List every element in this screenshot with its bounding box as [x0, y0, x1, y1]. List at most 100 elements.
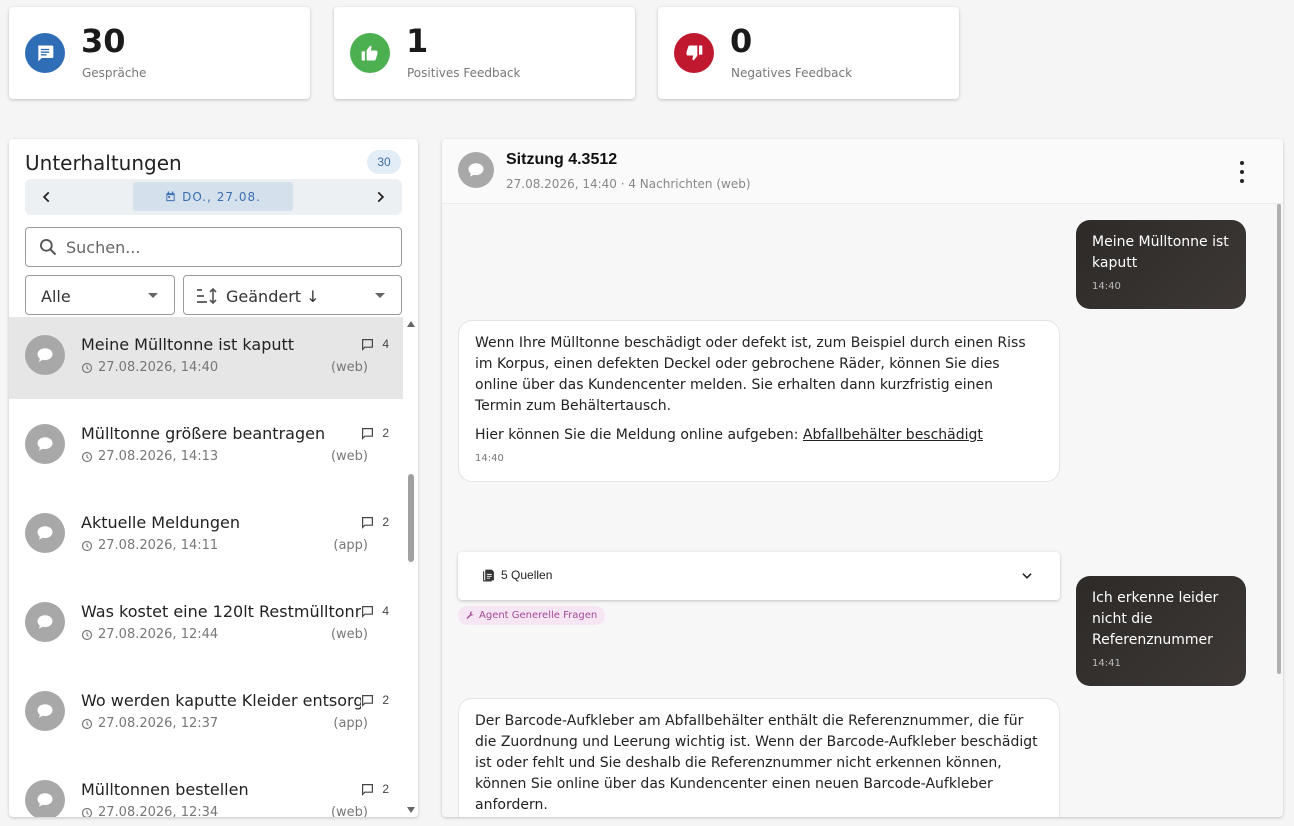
search-input[interactable] — [66, 229, 386, 265]
conversation-source: (app) — [333, 538, 368, 553]
avatar — [25, 335, 65, 375]
list-item[interactable]: Mülltonne größere beantragen 2 27.08.202… — [9, 406, 403, 488]
scrollbar-thumb[interactable] — [408, 474, 414, 562]
search-icon — [40, 239, 57, 256]
document-icon — [483, 569, 494, 582]
sources-accordion[interactable]: 5 Quellen — [458, 552, 1060, 600]
conversation-source: (web) — [330, 627, 368, 642]
conversation-title: Mülltonne größere beantragen — [81, 424, 326, 443]
list-item[interactable]: Mülltonnen bestellen 2 27.08.2026, 12:34… — [9, 762, 403, 817]
message-text: Wenn Ihre Mülltonne beschädigt oder defe… — [475, 335, 1026, 414]
session-title: Sitzung 4.3512 — [506, 151, 618, 168]
message-time: 14:41 — [1092, 658, 1121, 669]
conversation-time: 27.08.2026, 14:11 — [81, 538, 218, 553]
message-count: 2 — [361, 515, 389, 529]
speech-bubble-icon — [37, 437, 53, 451]
thumbs-up-icon — [350, 33, 390, 73]
agent-tag: Agent Generelle Fragen — [458, 606, 606, 625]
conversation-time: 27.08.2026, 14:40 — [81, 360, 218, 375]
message-text: Ich erkenne leider nicht die Referenznum… — [1092, 590, 1219, 648]
panel-title: Unterhaltungen — [25, 151, 182, 175]
scroll-up-icon[interactable] — [407, 321, 415, 327]
message-text: Meine Mülltonne ist kaputt — [1092, 234, 1229, 271]
user-message: Meine Mülltonne ist kaputt 14:40 — [1076, 220, 1246, 309]
list-scrollbar[interactable] — [406, 317, 418, 817]
speech-bubble-icon — [468, 163, 484, 177]
stat-value: 30 — [81, 22, 126, 60]
sort-value: Geändert ↓ — [226, 287, 320, 306]
clock-icon — [81, 629, 93, 640]
conversation-count-badge: 30 — [367, 150, 401, 174]
scrollbar-thumb[interactable] — [1277, 204, 1281, 674]
chat-area: Meine Mülltonne ist kaputt 14:40 Wenn Ih… — [442, 204, 1283, 817]
conversation-title: Mülltonnen bestellen — [81, 780, 249, 799]
speech-bubble-icon — [37, 793, 53, 807]
message-icon — [362, 516, 374, 529]
sort-icon — [197, 287, 217, 305]
conversation-list-panel: Unterhaltungen 30 DO., 27.08. Alle Geänd… — [9, 139, 418, 817]
list-item[interactable]: Was kostet eine 120lt Restmülltonne 4 27… — [9, 584, 403, 666]
message-time: 14:40 — [475, 453, 504, 464]
list-item[interactable]: Aktuelle Meldungen 2 27.08.2026, 14:11 (… — [9, 495, 403, 577]
conversation-source: (app) — [333, 716, 368, 731]
chat-scrollbar[interactable] — [1274, 204, 1283, 817]
stat-value: 0 — [730, 22, 753, 60]
session-header: Sitzung 4.3512 27.08.2026, 14:40 · 4 Nac… — [442, 139, 1283, 204]
message-icon — [362, 605, 374, 618]
avatar — [25, 424, 65, 464]
assistant-message: Wenn Ihre Mülltonne beschädigt oder defe… — [458, 320, 1060, 482]
list-item[interactable]: Wo werden kaputte Kleider entsorgt 2 27.… — [9, 673, 403, 755]
avatar — [458, 152, 494, 188]
more-options-button[interactable] — [1229, 161, 1255, 183]
message-icon — [362, 338, 374, 351]
chevron-right-icon — [377, 191, 385, 203]
message-count: 2 — [361, 693, 389, 707]
filter-select[interactable]: Alle — [25, 275, 175, 315]
date-navigator: DO., 27.08. — [25, 179, 402, 215]
clock-icon — [81, 807, 93, 817]
message-count: 4 — [361, 604, 389, 618]
wrench-icon — [466, 611, 474, 619]
sources-label: 5 Quellen — [501, 568, 553, 582]
chat-icon — [25, 33, 65, 73]
conversation-time: 27.08.2026, 12:37 — [81, 716, 218, 731]
chevron-down-icon — [1022, 573, 1032, 579]
avatar — [25, 780, 65, 817]
current-date: DO., 27.08. — [182, 189, 261, 204]
speech-bubble-icon — [37, 615, 53, 629]
message-count: 2 — [361, 426, 389, 440]
list-item[interactable]: Meine Mülltonne ist kaputt 4 27.08.2026,… — [9, 317, 403, 399]
stat-label: Positives Feedback — [407, 66, 521, 80]
message-icon — [362, 694, 374, 707]
prev-day-button[interactable] — [29, 179, 65, 215]
stat-card-conversations: 30 Gespräche — [9, 7, 310, 99]
message-text: Der Barcode-Aufkleber am Abfallbehälter … — [475, 713, 1038, 813]
conversation-time: 27.08.2026, 12:44 — [81, 627, 218, 642]
conversation-title: Aktuelle Meldungen — [81, 513, 240, 532]
conversation-title: Meine Mülltonne ist kaputt — [81, 335, 295, 354]
conversation-list: Meine Mülltonne ist kaputt 4 27.08.2026,… — [9, 317, 418, 817]
message-icon — [362, 427, 374, 440]
stat-value: 1 — [406, 22, 429, 60]
conversation-source: (web) — [330, 360, 368, 375]
dropdown-arrow-icon — [375, 293, 385, 298]
session-subtitle: 27.08.2026, 14:40 · 4 Nachrichten (web) — [506, 177, 751, 191]
clock-icon — [81, 540, 93, 551]
stat-label: Negatives Feedback — [731, 66, 853, 80]
date-picker-button[interactable]: DO., 27.08. — [133, 182, 293, 211]
stat-card-positive: 1 Positives Feedback — [334, 7, 635, 99]
message-count: 4 — [361, 337, 389, 351]
stat-card-negative: 0 Negatives Feedback — [658, 7, 959, 99]
message-link[interactable]: Abfallbehälter beschädigt — [803, 427, 983, 443]
search-box — [25, 227, 402, 267]
message-time: 14:40 — [1092, 281, 1121, 292]
scroll-down-icon[interactable] — [407, 807, 415, 813]
message-text: Hier können Sie die Meldung online aufge… — [475, 427, 983, 443]
conversation-title: Wo werden kaputte Kleider entsorgt — [81, 691, 361, 710]
message-count: 2 — [361, 782, 389, 796]
conversation-time: 27.08.2026, 12:34 — [81, 805, 218, 817]
message-icon — [362, 783, 374, 796]
avatar — [25, 513, 65, 553]
next-day-button[interactable] — [362, 179, 398, 215]
sort-select[interactable]: Geändert ↓ — [183, 275, 402, 315]
